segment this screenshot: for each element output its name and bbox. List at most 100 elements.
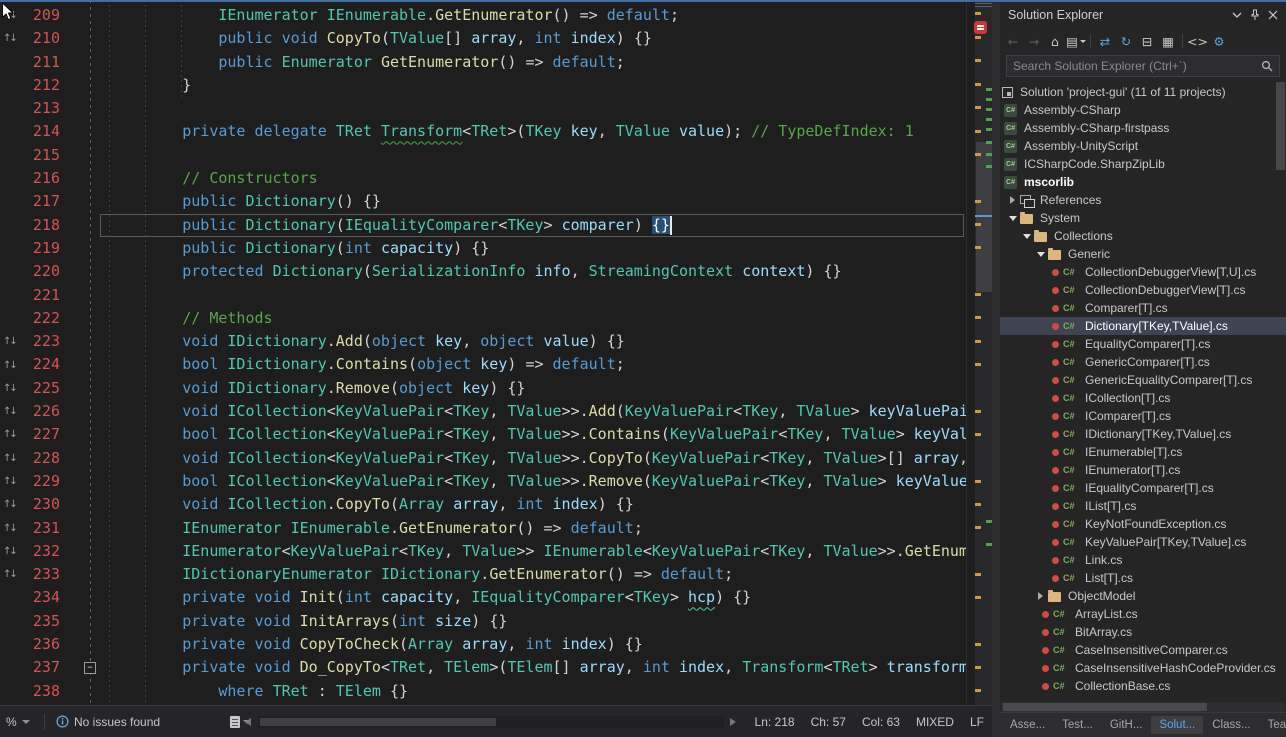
vertical-scrollbar[interactable] (966, 0, 992, 705)
override-indicator-icon[interactable]: ↑↓ (3, 377, 16, 400)
search-icon[interactable] (1255, 60, 1279, 72)
tab-solut[interactable]: Solut... (1151, 716, 1203, 734)
code-line[interactable]: public Dictionary() {} (110, 190, 966, 213)
scroll-left-arrow[interactable] (245, 718, 251, 726)
tree-item-generic[interactable]: Generic (1000, 245, 1286, 263)
code-line[interactable]: void ICollection<KeyValuePair<TKey, TVal… (110, 447, 966, 470)
tree-item-dictionary-tkey-tvalue-cs[interactable]: C#Dictionary[TKey,TValue].cs (1000, 317, 1286, 335)
tree-item-bitarray-cs[interactable]: C#BitArray.cs (1000, 623, 1286, 641)
line-number[interactable]: 222 (18, 307, 60, 330)
line-number[interactable]: 212 (18, 74, 60, 97)
code-line[interactable]: private void Init(int capacity, IEqualit… (110, 586, 966, 609)
code-line[interactable]: // Methods (110, 307, 966, 330)
override-indicator-icon[interactable]: ↑↓ (3, 423, 16, 446)
tab-class[interactable]: Class... (1204, 716, 1258, 734)
switch-views-icon[interactable]: ▤ (1066, 31, 1086, 51)
line-number[interactable]: 231 (18, 517, 60, 540)
override-indicator-icon[interactable]: ↑↓ (3, 517, 16, 540)
line-number[interactable]: 235 (18, 610, 60, 633)
scrollbar-thumb[interactable] (1276, 82, 1285, 170)
expander-collapsed-icon[interactable] (1036, 591, 1046, 601)
pin-button[interactable] (1246, 6, 1264, 24)
code-line[interactable]: bool IDictionary.Contains(object key) =>… (110, 353, 966, 376)
show-all-files-icon[interactable]: ▦ (1158, 31, 1178, 51)
tree-item-arraylist-cs[interactable]: C#ArrayList.cs (1000, 605, 1286, 623)
expander-expanded-icon[interactable] (1036, 249, 1046, 259)
override-indicator-icon[interactable]: ↑↓ (3, 563, 16, 586)
line-number[interactable]: 209 (18, 4, 60, 27)
override-indicator-icon[interactable]: ↑↓ (3, 354, 16, 377)
code-line[interactable]: IEnumerator IEnumerable.GetEnumerator() … (110, 4, 966, 27)
zoom-control[interactable]: % (6, 706, 30, 737)
override-indicator-icon[interactable]: ↑↓ (3, 400, 16, 423)
code-line[interactable]: // Constructors (110, 167, 966, 190)
collapse-all-icon[interactable]: ⊟ (1137, 31, 1157, 51)
line-number[interactable]: 221 (18, 284, 60, 307)
code-line[interactable]: private void InitArrays(int size) {} (110, 610, 966, 633)
tree-vertical-scrollbar[interactable] (1275, 80, 1286, 692)
tree-item-assembly-csharp[interactable]: C#Assembly-CSharp (1000, 101, 1286, 119)
document-health-indicator[interactable]: No issues found (56, 706, 160, 737)
code-line[interactable]: private void Do_CopyTo<TRet, TElem>(TEle… (110, 656, 966, 679)
tree-item-icollection-t-cs[interactable]: C#ICollection[T].cs (1000, 389, 1286, 407)
sync-with-active-document-icon[interactable]: ⇄ (1095, 31, 1115, 51)
tree-item-ilist-t-cs[interactable]: C#IList[T].cs (1000, 497, 1286, 515)
line-number[interactable]: 224 (18, 353, 60, 376)
tree-item-iequalitycomparer-t-cs[interactable]: C#IEqualityComparer[T].cs (1000, 479, 1286, 497)
code-line[interactable]: bool ICollection<KeyValuePair<TKey, TVal… (110, 423, 966, 446)
tree-item-ienumerable-t-cs[interactable]: C#IEnumerable[T].cs (1000, 443, 1286, 461)
file-health-error-icon[interactable] (974, 21, 987, 34)
line-number[interactable]: 210 (18, 27, 60, 50)
line-number[interactable]: 232 (18, 540, 60, 563)
tree-item-caseinsensitivecomparer-cs[interactable]: C#CaseInsensitiveComparer.cs (1000, 641, 1286, 659)
tree-item-collectionbase-cs[interactable]: C#CollectionBase.cs (1000, 677, 1286, 695)
tree-item-idictionary-tkey-tvalue-cs[interactable]: C#IDictionary[TKey,TValue].cs (1000, 425, 1286, 443)
horizontal-scrollbar-thumb[interactable] (260, 718, 496, 726)
tree-item-genericcomparer-t-cs[interactable]: C#GenericComparer[T].cs (1000, 353, 1286, 371)
tree-item-collectiondebuggerview-t-cs[interactable]: C#CollectionDebuggerView[T].cs (1000, 281, 1286, 299)
home-icon[interactable]: ⌂ (1045, 31, 1065, 51)
horizontal-scrollbar[interactable] (258, 716, 724, 728)
code-line[interactable]: private delegate TRet Transform<TRet>(TK… (110, 120, 966, 143)
line-number[interactable]: 234 (18, 586, 60, 609)
code-line[interactable]: bool ICollection<KeyValuePair<TKey, TVal… (110, 470, 966, 493)
tree-item-list-t-cs[interactable]: C#List[T].cs (1000, 569, 1286, 587)
tree-item-icsharpcode-sharpziplib[interactable]: C#ICSharpCode.SharpZipLib (1000, 155, 1286, 173)
tree-item-references[interactable]: References (1000, 191, 1286, 209)
line-number[interactable]: 219 (18, 237, 60, 260)
line-number[interactable]: 228 (18, 447, 60, 470)
scroll-right-arrow[interactable] (730, 718, 736, 726)
view-code-icon[interactable]: <> (1187, 31, 1208, 51)
line-number[interactable]: 213 (18, 97, 60, 120)
tab-tea[interactable]: Tea... (1260, 716, 1286, 734)
code-line[interactable]: public void CopyTo(TValue[] array, int i… (110, 27, 966, 50)
line-number[interactable]: 216 (18, 167, 60, 190)
tree-item-assembly-csharp-firstpass[interactable]: C#Assembly-CSharp-firstpass (1000, 119, 1286, 137)
code-line[interactable]: void IDictionary.Add(object key, object … (110, 330, 966, 353)
tree-item-keynotfoundexception-cs[interactable]: C#KeyNotFoundException.cs (1000, 515, 1286, 533)
line-number[interactable]: 220 (18, 260, 60, 283)
override-indicator-icon[interactable]: ↑↓ (3, 540, 16, 563)
close-button[interactable] (1264, 6, 1282, 24)
override-indicator-icon[interactable]: ↑↓ (3, 470, 16, 493)
tree-item-caseinsensitivehashcodeprovider-cs[interactable]: C#CaseInsensitiveHashCodeProvider.cs (1000, 659, 1286, 677)
code-line[interactable]: IEnumerator<KeyValuePair<TKey, TValue>> … (110, 540, 966, 563)
tree-item-collections[interactable]: Collections (1000, 227, 1286, 245)
tree-item-solution-project-gui-11-of-11-projects[interactable]: Solution 'project-gui' (11 of 11 project… (1000, 83, 1286, 101)
line-number[interactable]: 238 (18, 680, 60, 703)
code-line[interactable] (110, 144, 966, 167)
expander-expanded-icon[interactable] (1008, 213, 1018, 223)
tree-item-objectmodel[interactable]: ObjectModel (1000, 587, 1286, 605)
expander-collapsed-icon[interactable] (1008, 195, 1018, 205)
code-line[interactable]: public Dictionary(int capacity) {} (110, 237, 966, 260)
override-indicator-icon[interactable]: ↑↓ (3, 493, 16, 516)
code-line[interactable]: IDictionaryEnumerator IDictionary.GetEnu… (110, 563, 966, 586)
line-number[interactable]: 217 (18, 190, 60, 213)
tree-item-link-cs[interactable]: C#Link.cs (1000, 551, 1286, 569)
override-indicator-icon[interactable]: ↑↓ (3, 447, 16, 470)
code-line[interactable]: IEnumerator IEnumerable.GetEnumerator() … (110, 517, 966, 540)
code-line[interactable] (110, 97, 966, 120)
line-number[interactable]: 211 (18, 51, 60, 74)
tree-item-system[interactable]: System (1000, 209, 1286, 227)
tab-test[interactable]: Test... (1054, 716, 1101, 734)
